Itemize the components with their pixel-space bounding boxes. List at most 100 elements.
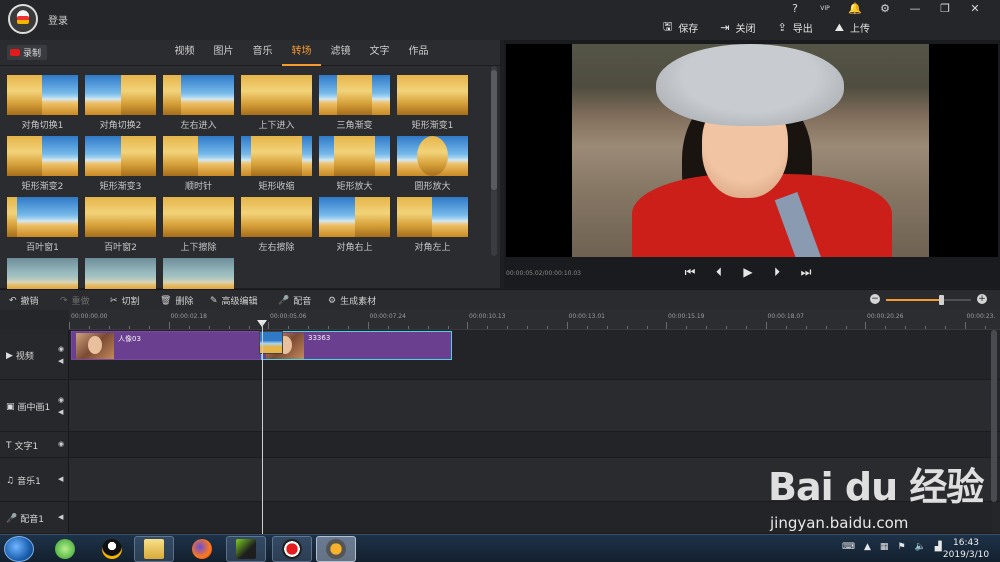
minimize-icon[interactable]: — bbox=[900, 2, 930, 16]
transition-item[interactable]: 三角渐变 bbox=[319, 75, 390, 131]
flag-icon[interactable]: ⚑ bbox=[897, 542, 905, 552]
delete-button[interactable]: 🗑 删除 bbox=[160, 294, 193, 308]
transition-item[interactable]: 左右擦除 bbox=[241, 197, 312, 253]
volume-icon[interactable]: 🔈 bbox=[915, 542, 926, 552]
gear-icon[interactable]: ⚙ bbox=[870, 2, 900, 16]
tab-4[interactable]: 滤镜 bbox=[321, 40, 360, 66]
transition-item[interactable]: 圆形放大 bbox=[397, 136, 468, 192]
generate-button[interactable]: ⚙ 生成素材 bbox=[328, 294, 376, 308]
transition-item[interactable]: 矩形渐变2 bbox=[7, 136, 78, 192]
taskbar-app-qq[interactable] bbox=[92, 536, 132, 562]
zoom-in-icon[interactable]: + bbox=[977, 294, 987, 304]
tab-3[interactable]: 转场 bbox=[282, 40, 321, 66]
app-logo-icon[interactable] bbox=[8, 4, 38, 34]
transition-item[interactable]: 矩形渐变1 bbox=[397, 75, 468, 131]
transition-item[interactable]: 矩形渐变3 bbox=[85, 136, 156, 192]
keyboard-icon[interactable]: ⌨ bbox=[842, 542, 855, 552]
save-label: 保存 bbox=[678, 24, 699, 35]
tab-6[interactable]: 作品 bbox=[399, 40, 438, 66]
taskbar-app-firefox[interactable] bbox=[182, 536, 222, 562]
upload-button[interactable]: ⛰ 上传 bbox=[835, 18, 870, 37]
ruler-tick bbox=[467, 322, 468, 329]
speaker-icon[interactable]: ◀ bbox=[58, 513, 63, 521]
play-icon[interactable]: ▶ bbox=[740, 264, 756, 280]
tab-1[interactable]: 图片 bbox=[204, 40, 243, 66]
close-button[interactable]: ⇥ 关闭 bbox=[720, 18, 755, 37]
library-scrollbar[interactable] bbox=[491, 66, 497, 256]
export-button[interactable]: ⇪ 导出 bbox=[778, 18, 813, 37]
visibility-eye-icon[interactable]: ◉ bbox=[58, 440, 64, 448]
speaker-icon[interactable]: ◀ bbox=[58, 475, 63, 483]
transition-item[interactable]: 矩形收缩 bbox=[241, 136, 312, 192]
vip-icon[interactable]: VIP bbox=[810, 2, 840, 16]
tab-5[interactable]: 文字 bbox=[360, 40, 399, 66]
video-clip[interactable]: 33363 bbox=[261, 331, 452, 360]
login-link[interactable]: 登录 bbox=[48, 12, 68, 27]
close-icon[interactable]: ✕ bbox=[960, 2, 990, 16]
track-lane[interactable] bbox=[69, 432, 992, 457]
transition-item[interactable]: 左右进入 bbox=[163, 75, 234, 131]
transition-item[interactable]: 对角切换2 bbox=[85, 75, 156, 131]
skip-start-icon[interactable]: ⏮ bbox=[682, 264, 698, 280]
redo-icon: ↷ bbox=[60, 295, 68, 306]
transition-item[interactable]: 百叶窗1 bbox=[7, 197, 78, 253]
video-clip[interactable]: 人像03 bbox=[71, 331, 263, 360]
taskbar-app-video-editor[interactable] bbox=[316, 536, 356, 562]
track-lane[interactable] bbox=[69, 380, 992, 431]
transition-item[interactable]: 顺时针 bbox=[163, 136, 234, 192]
start-button[interactable] bbox=[4, 536, 34, 562]
track-label: 视频 bbox=[15, 352, 34, 362]
cut-button[interactable]: ✂ 切割 bbox=[110, 294, 140, 308]
transition-item[interactable]: 对角左上 bbox=[397, 197, 468, 253]
transition-label: 对角切换1 bbox=[21, 121, 64, 131]
record-button[interactable]: 录制 bbox=[7, 45, 47, 60]
help-icon[interactable]: ? bbox=[780, 2, 810, 16]
skip-end-icon[interactable]: ⏭ bbox=[798, 264, 814, 280]
transition-label: 百叶窗1 bbox=[26, 243, 59, 253]
tray-expand-icon[interactable]: ▲ bbox=[864, 542, 871, 552]
tab-0[interactable]: 视频 bbox=[165, 40, 204, 66]
zoom-out-icon[interactable]: − bbox=[870, 294, 880, 304]
clip-label: 33363 bbox=[308, 334, 331, 342]
zoom-slider-handle[interactable] bbox=[939, 295, 945, 305]
visibility-eye-icon[interactable]: ◉ bbox=[58, 396, 64, 404]
taskbar-app-explorer[interactable] bbox=[134, 536, 174, 562]
taskbar-app-360[interactable] bbox=[45, 536, 85, 562]
redo-button[interactable]: ↷ 重做 bbox=[60, 294, 90, 308]
edit-toolbar: − + ↶ 撤销 ↷ 重做 ✂ 切割 🗑 删除 ✎ 高级编辑 🎤 配音 ⚙ 生成素材 bbox=[0, 289, 1000, 310]
visibility-eye-icon[interactable]: ◉ bbox=[58, 345, 64, 353]
upload-icon: ⛰ bbox=[834, 20, 844, 34]
network-icon[interactable]: ▦ bbox=[880, 542, 889, 552]
step-back-icon[interactable]: ⏴ bbox=[711, 264, 727, 280]
transition-item[interactable]: 百叶窗2 bbox=[85, 197, 156, 253]
undo-button[interactable]: ↶ 撤销 bbox=[9, 294, 39, 308]
speaker-icon[interactable]: ◀ bbox=[58, 408, 63, 416]
step-forward-icon[interactable]: ⏵ bbox=[769, 264, 785, 280]
playhead[interactable] bbox=[262, 322, 263, 534]
bell-icon[interactable]: 🔔 bbox=[840, 2, 870, 16]
taskbar-app-recorder[interactable] bbox=[272, 536, 312, 562]
ruler-label: 00:00:20.26 bbox=[867, 313, 904, 320]
transition-item[interactable]: 上下擦除 bbox=[163, 197, 234, 253]
maximize-icon[interactable]: ❐ bbox=[930, 2, 960, 16]
window-controls: ? VIP 🔔 ⚙ — ❐ ✕ bbox=[780, 2, 990, 16]
ruler-label: 00:00:02.18 bbox=[170, 313, 208, 320]
transition-item[interactable]: 对角右上 bbox=[319, 197, 390, 253]
taskbar-app-player[interactable] bbox=[226, 536, 266, 562]
save-button[interactable]: 🖫 保存 bbox=[663, 18, 698, 37]
preview-screen[interactable] bbox=[506, 44, 998, 257]
ruler-tick bbox=[168, 322, 170, 329]
track-name: ▣ 画中画1 bbox=[6, 400, 50, 414]
tab-2[interactable]: 音乐 bbox=[243, 40, 282, 66]
dub-button[interactable]: 🎤 配音 bbox=[278, 294, 311, 308]
transition-item[interactable]: 矩形放大 bbox=[319, 136, 390, 192]
transition-item[interactable]: 对角切换1 bbox=[7, 75, 78, 131]
advanced-edit-label: 高级编辑 bbox=[221, 297, 258, 307]
speaker-icon[interactable]: ◀ bbox=[58, 357, 63, 365]
time-ruler[interactable]: 00:00:00.00 00:00:02.18 00:00:05.06 00:00:0… bbox=[69, 310, 1000, 330]
transition-label: 矩形渐变3 bbox=[99, 182, 142, 192]
transition-item[interactable]: 上下进入 bbox=[241, 75, 312, 131]
zoom-slider[interactable] bbox=[886, 295, 971, 305]
advanced-edit-button[interactable]: ✎ 高级编辑 bbox=[210, 294, 258, 308]
taskbar-clock[interactable]: 16:43 2019/3/10 bbox=[936, 537, 996, 561]
